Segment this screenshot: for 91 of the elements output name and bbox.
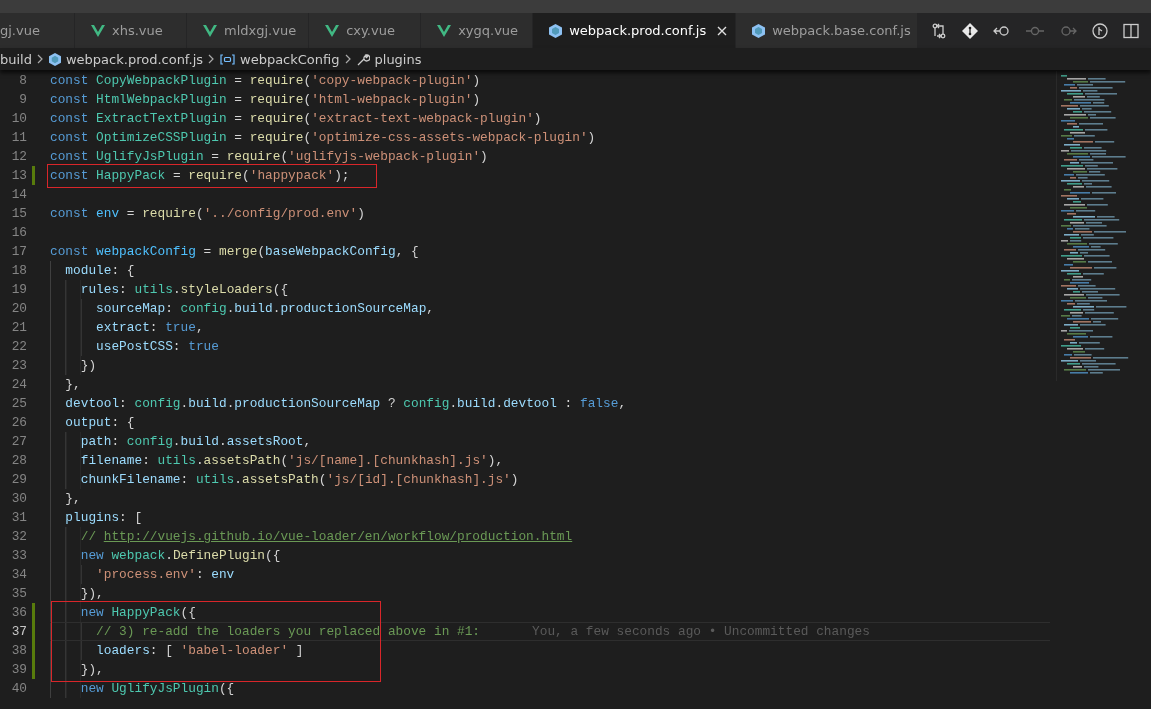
code-line: output: { [50,413,135,432]
line-number: 12 [10,148,27,166]
hexagon-file-icon [752,23,766,38]
line-number: 15 [10,205,27,223]
line-number: 33 [10,547,27,565]
editor-tab[interactable]: mldxgj.vue [187,13,310,48]
line-number: 10 [10,110,27,128]
code-line: new webpack.DefinePlugin({ [50,546,281,565]
code-line: const webpackConfig = merge(baseWebpackConfig, { [50,243,419,261]
code-line: const CopyWebpackPlugin = require('copy-webpack-plugin') [50,72,481,90]
breadcrumb-item[interactable]: build [0,51,32,67]
wrench-icon [356,52,370,66]
code-line: const UglifyJsPlugin = require('uglifyjs-webpack-plugin') [50,148,488,166]
line-number: 22 [10,338,27,356]
breadcrumb-item[interactable]: webpack.prod.conf.js [48,51,203,67]
line-number: 26 [10,414,27,432]
line-number: 38 [10,642,27,660]
line-number: 13 [10,167,27,185]
variable-icon [220,53,235,65]
code-line: const HtmlWebpackPlugin = require('html-webpack-plugin') [50,91,481,109]
chevron-right-icon [344,54,352,64]
chevron-right-icon [208,54,215,64]
line-number: 31 [10,509,27,527]
editor-tab[interactable]: xhs.vue [75,13,187,48]
line-number: 34 [10,566,27,584]
line-number: 39 [10,661,27,679]
code-line: rules: utils.styleLoaders({ [50,280,289,299]
code-line: 'process.env': env [50,565,235,584]
editor-tab[interactable]: cxy.vue [309,13,422,48]
line-number: 21 [10,319,27,337]
vue-file-icon [91,24,105,37]
back-circle-icon[interactable] [993,23,1011,38]
code-line: sourceMap: config.build.productionSourceMap, [50,299,434,318]
line-number: 23 [10,357,27,375]
line-number: 25 [10,395,27,413]
code-line: filename: utils.assetsPath('js/[name].[chunkhash].js'), [50,451,504,470]
code-line: plugins: [ [50,508,143,527]
compare-changes-icon[interactable] [931,22,947,39]
line-number: 35 [10,585,27,603]
line-number: 14 [10,186,27,204]
code-line: new UglifyJsPlugin({ [50,679,235,698]
line-number: 8 [18,72,27,90]
line-number: 20 [10,300,27,318]
line-number: 24 [10,376,27,394]
line-number: 36 [10,604,27,622]
line-number: 40 [10,680,27,698]
line-number: 30 [10,490,27,508]
line-number: 29 [10,471,27,489]
line-number: 18 [10,262,27,280]
vue-file-icon [325,24,340,37]
code-line: extract: true, [50,318,204,337]
forward-circle-icon[interactable] [1059,23,1077,38]
code-line: const OptimizeCSSPlugin = require('optimize-css-assets-webpack-plugin') [50,129,596,147]
editor-tab[interactable]: gj.vue [0,13,75,48]
code-line: path: config.build.assetsRoot, [50,432,312,451]
line-number: 27 [10,433,27,451]
code-comment: // 3) re-add the loaders you replaced above in #1: [50,623,481,640]
git-diamond-icon[interactable] [962,22,978,39]
line-number: 37 [10,623,27,641]
code-line: const ExtractTextPlugin = require('extract-text-webpack-plugin') [50,110,542,128]
hexagon-file-icon [48,52,61,66]
line-number: 32 [10,528,27,546]
chevron-right-icon [36,54,44,64]
blame-annotation: You, a few seconds ago • Uncommitted changes [532,623,870,640]
git-circle-icon[interactable] [1092,22,1108,39]
breadcrumb-item[interactable]: plugins [356,51,422,67]
code-line: const env = require('../config/prod.env') [50,205,365,223]
breadcrumb-item[interactable]: webpackConfig [220,51,340,67]
code-line: loaders: [ 'babel-loader' ] [50,641,304,660]
line-number: 16 [10,224,27,242]
split-editor-icon[interactable] [1123,22,1139,39]
editor-tab[interactable]: webpack.prod.conf.js [533,13,737,48]
code-line: usePostCSS: true [50,337,219,356]
vue-file-icon [203,24,217,37]
code-line: const HappyPack = require('happypack'); [50,167,350,185]
code-line: new HappyPack({ [50,603,196,622]
code-line: devtool: config.build.productionSourceMap ? config.build.devtool : false, [50,394,627,413]
line-number: 19 [10,281,27,299]
code-comment: // http://vuejs.github.io/vue-loader/en/workflow/production.html [50,527,573,546]
code-line: module: { [50,261,135,280]
code-line: }) [50,356,97,375]
editor-tab[interactable]: xygq.vue [421,13,534,48]
editor-tab[interactable]: webpack.base.conf.js [736,13,917,48]
line-number: 28 [10,452,27,470]
vue-file-icon [437,24,452,37]
code-line: chunkFilename: utils.assetsPath('js/[id].[chunkhash].js') [50,470,519,489]
hexagon-file-icon [549,23,563,38]
close-icon[interactable] [717,25,728,36]
line-number: 17 [10,243,27,261]
line-number: 9 [18,91,27,109]
line-number: 11 [10,129,27,147]
